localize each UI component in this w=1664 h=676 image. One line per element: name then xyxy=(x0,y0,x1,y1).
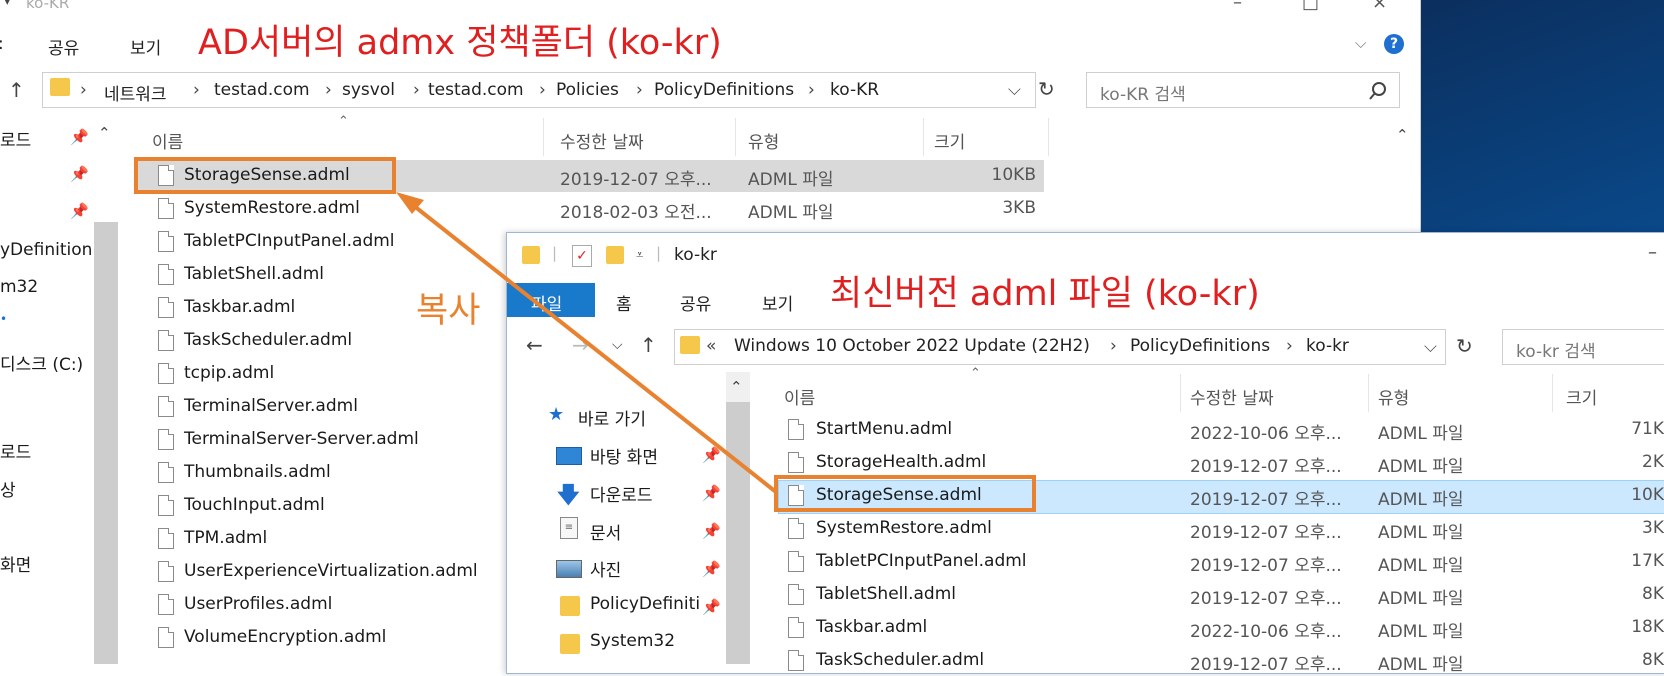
copy-arrow xyxy=(396,192,778,494)
annotation-copy: 복사 xyxy=(416,291,481,331)
annotation-ad-server-folder: AD서버의 admx 정책폴더 (ko-kr) xyxy=(198,23,722,63)
annotation-latest-adml: 최신버전 adml 파일 (ko-kr) xyxy=(830,274,1260,314)
